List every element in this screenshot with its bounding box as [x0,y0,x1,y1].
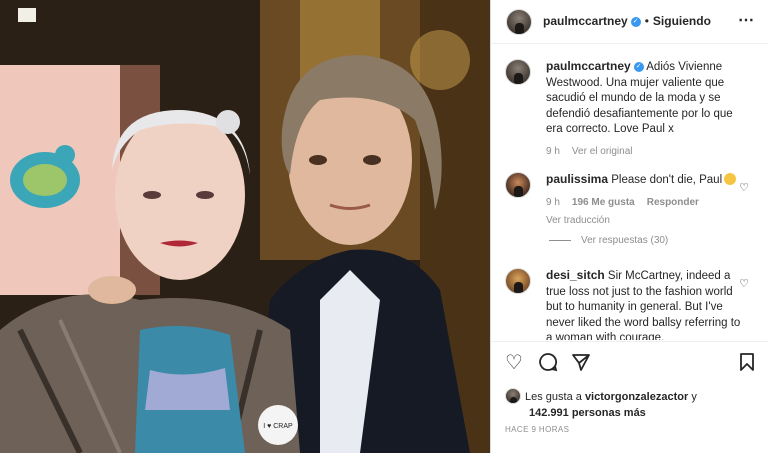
comment-like-heart-icon[interactable]: ♡ [739,181,749,194]
more-options-icon[interactable]: ⋯ [738,10,755,30]
comments-section[interactable]: paulmccartney ✓ Adiós Vivienne Westwood. … [491,45,768,340]
following-button[interactable]: Siguiendo [653,14,711,28]
verified-badge-icon: ✓ [633,61,644,72]
post-photo[interactable]: I ♥ CRAP [0,0,490,453]
see-translation-link[interactable]: Ver traducción [546,213,746,229]
reply-button[interactable]: Responder [647,197,699,208]
heart-icon[interactable]: ♡ [505,352,523,374]
view-replies-label: Ver respuestas (30) [581,235,669,246]
author-avatar[interactable] [506,9,532,35]
view-original-link[interactable]: Ver el original [572,146,633,157]
photo-illustration: I ♥ CRAP [0,0,490,453]
comment-like-heart-icon[interactable]: ♡ [739,277,749,290]
comment-text: Please don't die, Paul [611,174,723,186]
commenter-avatar[interactable] [505,172,531,198]
commenter-username[interactable]: desi_sitch [546,268,605,282]
separator: • [644,14,649,28]
caption-username[interactable]: paulmccartney [546,59,631,73]
post-actions: ♡ Les gusta a victorgonzalezactor y 142.… [491,341,768,453]
share-icon[interactable] [571,352,591,377]
caption-time[interactable]: 9 h [546,146,560,157]
sad-face-emoji-icon [724,173,737,185]
post-side-panel: paulmccartney ✓ • Siguiendo ⋯ paulmccartney… [490,0,768,453]
comment-icon[interactable] [538,352,558,377]
likes-prefix: Les gusta a [525,391,582,403]
view-replies-button[interactable]: Ver respuestas (30) [549,235,668,246]
commenter-username[interactable]: paulissima [546,172,608,186]
bookmark-icon[interactable] [739,352,755,377]
liker-username[interactable]: victorgonzalezactor [585,391,688,403]
post-timestamp: HACE 9 HORAS [505,425,570,434]
replies-line [549,239,571,241]
author-username[interactable]: paulmccartney [543,14,628,28]
post-header: paulmccartney ✓ • Siguiendo ⋯ [491,0,768,44]
commenter-avatar[interactable] [505,268,531,294]
comment-likes[interactable]: 196 Me gusta [572,197,635,208]
badge-text: I ♥ CRAP [263,423,293,430]
verified-badge-icon: ✓ [630,16,641,27]
likes-count[interactable]: 142.991 personas más [529,405,697,421]
liker-avatar[interactable] [505,388,521,404]
likes-summary[interactable]: Les gusta a victorgonzalezactor y 142.99… [505,388,697,421]
likes-conj: y [691,391,697,403]
comment-time[interactable]: 9 h [546,197,560,208]
caption-avatar[interactable] [505,59,531,85]
caption-meta: 9 h Ver el original [546,144,746,160]
header-text: paulmccartney ✓ • Siguiendo [543,14,711,28]
comment-meta: 9 h 196 Me gusta Responder [546,195,746,211]
